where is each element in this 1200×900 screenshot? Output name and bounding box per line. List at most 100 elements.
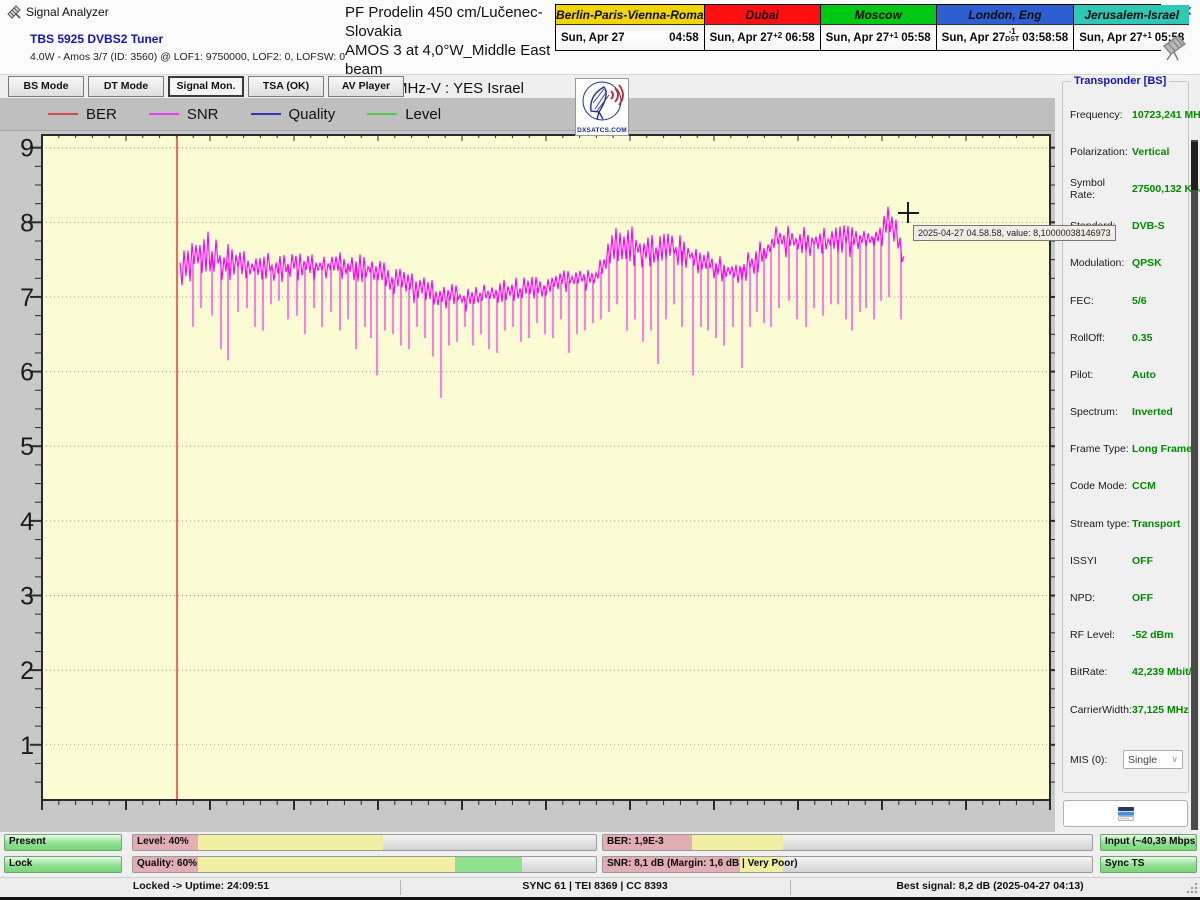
meter-segment bbox=[198, 857, 455, 872]
transponder-row: Pilot:Auto bbox=[1063, 356, 1188, 393]
clock-date: Sun, Apr 27 bbox=[561, 32, 669, 44]
transponder-row: Frame Type:Long Frame bbox=[1063, 431, 1188, 468]
transponder-row: NPD:OFF bbox=[1063, 579, 1188, 616]
svg-text:4: 4 bbox=[20, 508, 34, 536]
meter-bar: SNR: 8,1 dB (Margin: 1,6 dB | Very Poor) bbox=[602, 856, 1093, 873]
info-line-satellite: AMOS 3 at 4,0°W_Middle East beam bbox=[345, 41, 560, 79]
legend-color-swatch bbox=[48, 113, 78, 115]
meter-segment bbox=[692, 835, 783, 850]
clock-time: 05:58 bbox=[901, 32, 930, 44]
svg-text:1: 1 bbox=[20, 732, 34, 760]
clock-city-label: Moscow bbox=[821, 5, 936, 25]
transponder-row: Symbol Rate:27500,132 KS/s bbox=[1063, 170, 1188, 207]
legend-color-swatch bbox=[251, 113, 281, 115]
transponder-row-value: DVB-S bbox=[1132, 220, 1165, 232]
legend-item-snr: SNR bbox=[149, 106, 219, 123]
window-title: Signal Analyzer bbox=[26, 5, 109, 19]
signal-analyzer-window: Signal Analyzer ✕ TBS 5925 DVBS2 Tuner 4… bbox=[0, 0, 1200, 900]
resize-grip[interactable] bbox=[1186, 880, 1198, 894]
transponder-row-label: BitRate: bbox=[1070, 666, 1132, 678]
legend-label: BER bbox=[86, 106, 117, 123]
clock-time: 06:58 bbox=[785, 32, 814, 44]
clock-column-2: MoscowSun, Apr 27+105:58 bbox=[821, 5, 937, 50]
clock-date: Sun, Apr 27 bbox=[710, 32, 773, 44]
transponder-row: RF Level:-52 dBm bbox=[1063, 617, 1188, 654]
tab-signal-mon-[interactable]: Signal Mon. bbox=[168, 76, 244, 97]
meter-label: SNR: 8,1 dB (Margin: 1,6 dB | Very Poor) bbox=[607, 858, 798, 869]
legend-label: Quality bbox=[289, 106, 336, 123]
indicator-lock: Lock bbox=[4, 856, 122, 873]
chart-legend: BER SNR Quality Level bbox=[0, 98, 1055, 131]
transponder-row: FEC:5/6 bbox=[1063, 282, 1188, 319]
transponder-row-value: -52 dBm bbox=[1132, 629, 1173, 641]
clock-column-0: Berlin-Paris-Vienna-RomaSun, Apr 2704:58 bbox=[556, 5, 705, 50]
svg-text:7: 7 bbox=[20, 284, 34, 312]
transponder-row: RollOff:0.35 bbox=[1063, 319, 1188, 356]
scrollbar-thumb[interactable] bbox=[1191, 142, 1198, 190]
clock-column-1: DubaiSun, Apr 27+206:58 bbox=[705, 5, 821, 50]
transponder-row-label: NPD: bbox=[1070, 592, 1132, 604]
mis-value: Single bbox=[1128, 754, 1157, 766]
legend-color-swatch bbox=[149, 113, 179, 115]
transponder-row-value: 10723,241 MHz bbox=[1132, 109, 1200, 121]
mis-dropdown[interactable]: Single ∨ bbox=[1123, 750, 1183, 769]
crosshair-cursor bbox=[907, 202, 909, 223]
clock-city-label: London, Eng bbox=[937, 5, 1074, 25]
transponder-row-value: Auto bbox=[1132, 369, 1156, 381]
clock-time-row: Sun, Apr 27+105:58 bbox=[821, 25, 936, 50]
meter-label: BER: 1,9E-3 bbox=[607, 836, 664, 847]
transponder-row-value: Vertical bbox=[1132, 146, 1169, 158]
tab-tsa-ok-[interactable]: TSA (OK) bbox=[248, 76, 324, 97]
disk-stack-button[interactable] bbox=[1063, 800, 1188, 827]
clock-time: 04:58 bbox=[669, 32, 698, 44]
world-clocks-panel: Berlin-Paris-Vienna-RomaSun, Apr 2704:58… bbox=[555, 4, 1161, 51]
legend-item-quality: Quality bbox=[251, 106, 336, 123]
plot-area bbox=[42, 135, 1050, 800]
clock-utc-offset: +1 bbox=[889, 32, 898, 40]
transponder-row-label: Frequency: bbox=[1070, 109, 1132, 121]
clock-city-label: Berlin-Paris-Vienna-Roma bbox=[556, 5, 704, 25]
clock-utc-offset: +2 bbox=[773, 32, 782, 40]
tab-bs-mode[interactable]: BS Mode bbox=[8, 76, 84, 97]
tab-av-player[interactable]: AV Player bbox=[328, 76, 404, 97]
meter-segment bbox=[455, 857, 523, 872]
app-satellite-icon bbox=[7, 4, 22, 24]
snr-trend-chart[interactable]: 123456789 bbox=[0, 98, 1055, 832]
legend-label: Level bbox=[405, 106, 441, 123]
transponder-row: Code Mode:CCM bbox=[1063, 468, 1188, 505]
mis-row: MIS (0): Single ∨ bbox=[1070, 750, 1183, 769]
transponder-row-value: Inverted bbox=[1132, 406, 1173, 418]
indicator-input-40-39-mbps-: Input (~40,39 Mbps) bbox=[1100, 834, 1197, 851]
transponder-row-label: Pilot: bbox=[1070, 369, 1132, 381]
status-uptime: Locked -> Uptime: 24:09:51 bbox=[2, 880, 400, 892]
svg-text:8: 8 bbox=[20, 209, 34, 237]
meter-bar: Level: 40% bbox=[132, 834, 597, 851]
legend-color-swatch bbox=[367, 113, 397, 115]
clock-date: Sun, Apr 27 bbox=[1079, 32, 1142, 44]
signal-bars: Present Level: 40% BER: 1,9E-3 Input (~40,3… bbox=[0, 833, 1200, 877]
transponder-row-label: Modulation: bbox=[1070, 257, 1132, 269]
clock-column-3: London, EngSun, Apr 27-1DST03:58:58 bbox=[937, 5, 1075, 50]
mis-label: MIS (0): bbox=[1070, 754, 1123, 766]
chevron-down-icon: ∨ bbox=[1171, 754, 1178, 765]
tab-dt-mode[interactable]: DT Mode bbox=[88, 76, 164, 97]
meter-label: Level: 40% bbox=[137, 836, 189, 847]
transponder-row-label: Symbol Rate: bbox=[1070, 177, 1132, 201]
svg-text:5: 5 bbox=[20, 433, 34, 461]
info-line-antenna: PF Prodelin 450 cm/Lučenec-Slovakia bbox=[345, 3, 560, 41]
transponder-row-value: 37,125 MHz bbox=[1132, 704, 1189, 716]
legend-item-ber: BER bbox=[48, 106, 117, 123]
status-best-signal: Best signal: 8,2 dB (2025-04-27 04:13) bbox=[790, 880, 1190, 892]
vertical-scrollbar[interactable] bbox=[1191, 140, 1198, 830]
svg-text:3: 3 bbox=[20, 582, 34, 610]
transponder-row-value: QPSK bbox=[1132, 257, 1162, 269]
transponder-row-label: FEC: bbox=[1070, 295, 1132, 307]
clock-time-row: Sun, Apr 2704:58 bbox=[556, 25, 704, 50]
transponder-row: Frequency:10723,241 MHz bbox=[1063, 96, 1188, 133]
transponder-row-value: CCM bbox=[1132, 480, 1156, 492]
transponder-row-value: 27500,132 KS/s bbox=[1132, 183, 1200, 195]
indicator-present: Present bbox=[4, 834, 122, 851]
status-sync-counters: SYNC 61 | TEI 8369 | CC 8393 bbox=[400, 880, 790, 892]
transponder-row: BitRate:42,239 Mbit/s bbox=[1063, 654, 1188, 691]
svg-text:2: 2 bbox=[20, 657, 34, 685]
